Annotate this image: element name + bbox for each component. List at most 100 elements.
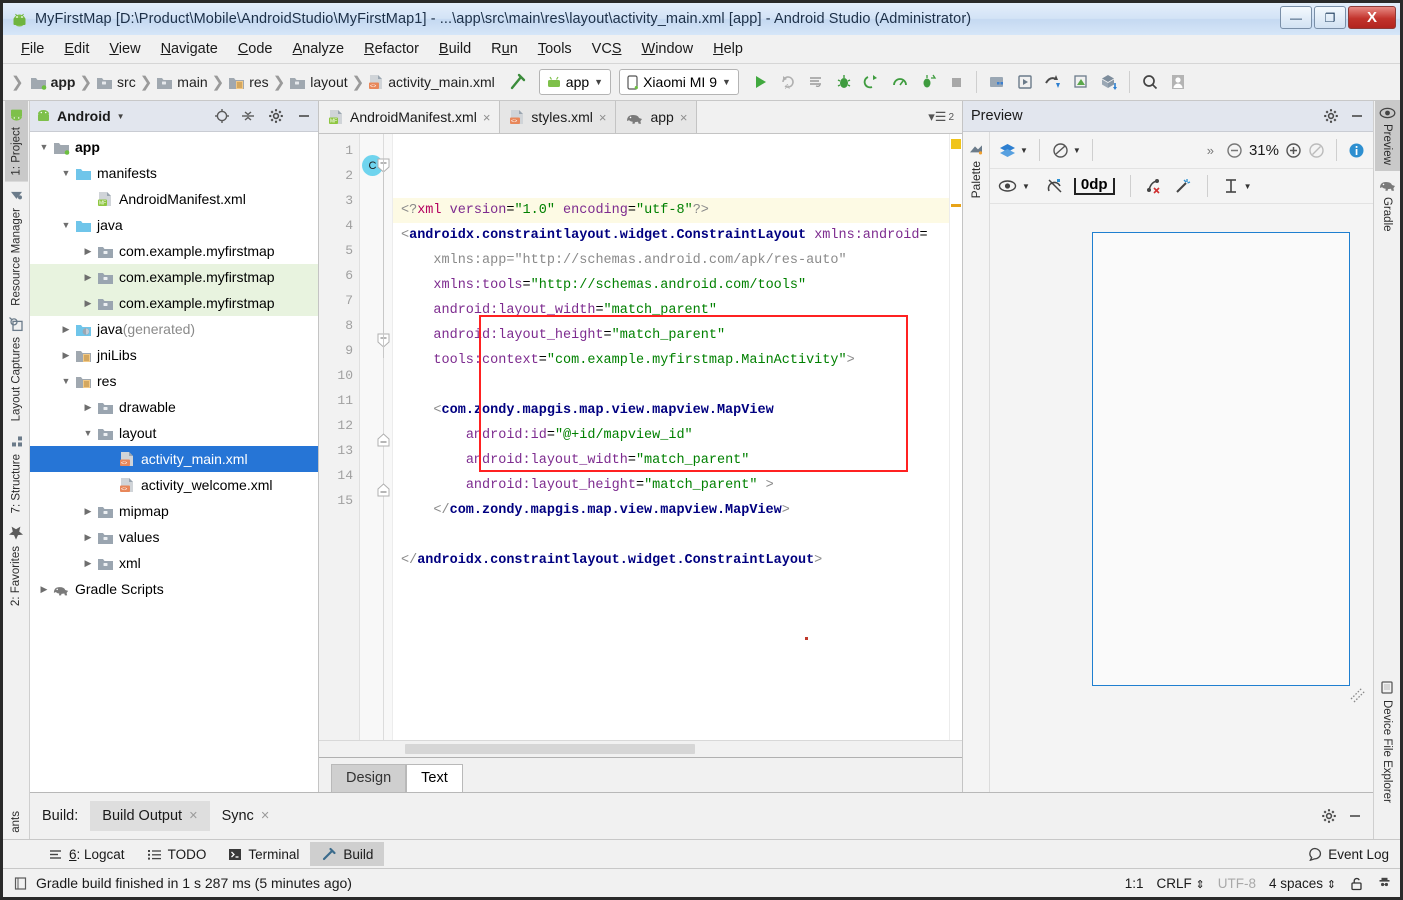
maximize-button[interactable]: ❐ — [1314, 6, 1346, 29]
tool-tab-device-file-explorer[interactable]: Device File Explorer — [1376, 674, 1398, 809]
menu-item-view[interactable]: View — [99, 38, 150, 60]
layout-inspector-icon[interactable] — [1068, 70, 1094, 94]
editor-tab-androidmanifest-xml[interactable]: MF AndroidManifest.xml × — [319, 101, 501, 133]
collapse-all-icon[interactable] — [240, 108, 256, 124]
zoom-out-icon[interactable] — [1226, 142, 1243, 159]
code-line[interactable]: android:layout_height="match_parent" — [393, 323, 962, 348]
fold-expand-icon[interactable] — [377, 433, 390, 447]
chevron-right-icon[interactable]: ▶ — [80, 298, 96, 309]
tree-node-manifests[interactable]: ▼ manifests — [30, 160, 318, 186]
code-line[interactable]: tools:context="com.example.myfirstmap.Ma… — [393, 348, 962, 373]
bottom-tab-6--logcat[interactable]: 6: Logcat — [37, 843, 136, 866]
breadcrumb-item-src[interactable]: src — [94, 74, 138, 90]
menu-item-refactor[interactable]: Refactor — [354, 38, 429, 60]
chevrons-right-icon[interactable]: » — [1207, 143, 1214, 158]
chevron-right-icon[interactable]: ▶ — [58, 350, 74, 361]
tool-tab-1--project[interactable]: 1: Project — [4, 101, 28, 182]
menu-item-run[interactable]: Run — [481, 38, 528, 60]
tree-node-mipmap[interactable]: ▶ mipmap — [30, 498, 318, 524]
build-tab-sync[interactable]: Sync × — [210, 801, 282, 831]
build-tab-build-output[interactable]: Build Output × — [90, 801, 210, 831]
layers-icon[interactable] — [998, 141, 1017, 160]
menu-item-help[interactable]: Help — [703, 38, 753, 60]
code-line[interactable]: android:layout_width="match_parent" — [393, 298, 962, 323]
design-tab-text[interactable]: Text — [406, 764, 463, 792]
stop-icon[interactable] — [943, 70, 969, 94]
zoom-fit-icon[interactable] — [1308, 142, 1325, 159]
gear-icon[interactable] — [268, 108, 284, 124]
bottom-tab-todo[interactable]: TODO — [136, 843, 218, 866]
eye-icon[interactable] — [998, 179, 1017, 193]
constraint-clear-icon[interactable] — [1146, 177, 1164, 195]
resize-handle[interactable] — [1350, 687, 1366, 703]
breadcrumb-item-layout[interactable]: layout — [287, 74, 349, 90]
tree-node-layout[interactable]: ▼ layout — [30, 420, 318, 446]
tree-node-java[interactable]: ▼ java — [30, 212, 318, 238]
zoom-in-icon[interactable] — [1285, 142, 1302, 159]
minimize-icon[interactable] — [1349, 108, 1365, 124]
caret-position[interactable]: 1:1 — [1125, 876, 1144, 891]
chevron-right-icon[interactable]: ▶ — [80, 246, 96, 257]
magic-wand-icon[interactable] — [1174, 177, 1192, 195]
preview-canvas[interactable] — [990, 204, 1373, 792]
device-selector[interactable]: Xiaomi MI 9 ▼ — [619, 69, 739, 95]
code-line[interactable]: </androidx.constraintlayout.widget.Const… — [393, 548, 962, 573]
code-line[interactable]: android:layout_height="match_parent" > — [393, 473, 962, 498]
menu-item-file[interactable]: File — [11, 38, 54, 60]
avd-manager-icon[interactable] — [1012, 70, 1038, 94]
chevron-down-icon[interactable]: ▼ — [1244, 182, 1252, 191]
orientation-icon[interactable] — [1051, 141, 1070, 160]
code-line[interactable]: xmlns:app="http://schemas.android.com/ap… — [393, 248, 962, 273]
menu-item-analyze[interactable]: Analyze — [283, 38, 355, 60]
device-download-icon[interactable] — [1096, 70, 1122, 94]
code-changes-icon[interactable] — [803, 70, 829, 94]
tree-node-androidmanifest-xml[interactable]: MF AndroidManifest.xml — [30, 186, 318, 212]
fold-collapse-icon[interactable] — [377, 483, 390, 497]
default-margin-field[interactable]: 0dp — [1073, 177, 1115, 195]
bottom-tab-terminal[interactable]: Terminal — [217, 843, 310, 866]
search-icon[interactable] — [1137, 70, 1163, 94]
device-preview-frame[interactable] — [1092, 232, 1350, 686]
sdk-manager-icon[interactable] — [984, 70, 1010, 94]
attach-debugger-icon[interactable] — [859, 70, 885, 94]
minimize-icon[interactable] — [1347, 808, 1363, 824]
tool-tab-7--structure[interactable]: 7: Structure — [5, 428, 28, 519]
minimize-icon[interactable] — [296, 108, 312, 124]
menu-item-navigate[interactable]: Navigate — [151, 38, 228, 60]
breadcrumb-item-activity-main-xml[interactable]: <> activity_main.xml — [366, 74, 497, 90]
chevron-down-icon[interactable]: ▼ — [58, 220, 74, 230]
close-button[interactable]: X — [1348, 6, 1396, 29]
chevron-right-icon[interactable]: ▶ — [36, 584, 52, 595]
bug-icon[interactable] — [831, 70, 857, 94]
chevron-right-icon[interactable]: ▶ — [80, 532, 96, 543]
chevron-down-icon[interactable]: ▼ — [58, 168, 74, 178]
close-icon[interactable]: × — [680, 110, 688, 125]
close-icon[interactable]: × — [261, 808, 269, 824]
close-icon[interactable]: × — [483, 110, 491, 125]
tree-node-com-example-myfirstmap[interactable]: ▶ com.example.myfirstmap — [30, 290, 318, 316]
menu-item-code[interactable]: Code — [228, 38, 283, 60]
close-icon[interactable]: × — [599, 110, 607, 125]
gear-icon[interactable] — [1323, 108, 1339, 124]
breadcrumb-item-res[interactable]: res — [226, 74, 270, 90]
chevron-down-icon[interactable]: ▼ — [117, 112, 125, 121]
design-tab-design[interactable]: Design — [331, 764, 407, 792]
unlock-icon[interactable] — [1349, 876, 1364, 891]
chevron-right-icon[interactable]: ▶ — [58, 324, 74, 335]
tree-node-com-example-myfirstmap[interactable]: ▶ com.example.myfirstmap — [30, 264, 318, 290]
breadcrumb-item-app[interactable]: app — [28, 74, 78, 90]
chevron-down-icon[interactable]: ▼ — [1020, 146, 1028, 155]
hammer-icon[interactable] — [505, 70, 531, 94]
tree-node-com-example-myfirstmap[interactable]: ▶ com.example.myfirstmap — [30, 238, 318, 264]
tree-node-app[interactable]: ▼ app — [30, 134, 318, 160]
indent-setting[interactable]: 4 spaces ⇕ — [1269, 876, 1336, 891]
editor-scrollbar[interactable] — [949, 134, 962, 740]
tree-node-xml[interactable]: ▶ xml — [30, 550, 318, 576]
menu-item-vcs[interactable]: VCS — [582, 38, 632, 60]
close-icon[interactable]: × — [189, 808, 197, 824]
chevron-down-icon[interactable]: ▼ — [58, 376, 74, 386]
tool-tab-preview[interactable]: Preview — [1374, 101, 1400, 171]
tree-node-activity-main-xml[interactable]: <> activity_main.xml — [30, 446, 318, 472]
code-line[interactable]: xmlns:tools="http://schemas.android.com/… — [393, 273, 962, 298]
editor-tab-app[interactable]: app × — [616, 101, 698, 133]
